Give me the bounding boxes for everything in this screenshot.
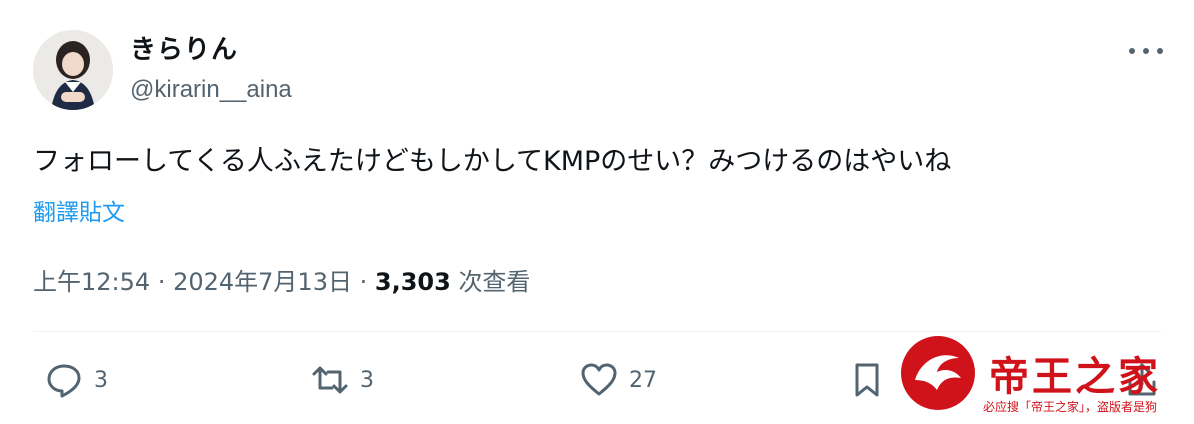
tweet-text: フォローしてくる人ふえたけどもしかしてKMPのせい？みつけるのはやいね (33, 146, 952, 177)
bookmark-button[interactable] (847, 360, 887, 400)
bookmark-icon (855, 363, 879, 397)
more-dot-icon (1143, 48, 1149, 54)
retweet-count: 3 (360, 367, 374, 393)
views-count: 3,303 (374, 268, 451, 296)
watermark-subtitle: 必应搜「帝王之家」，盗版者是狗 (983, 400, 1158, 414)
more-dot-icon (1129, 48, 1135, 54)
more-dot-icon (1157, 48, 1163, 54)
avatar[interactable] (33, 30, 113, 110)
avatar-photo-icon (33, 30, 113, 110)
watermark-logo-icon (901, 336, 975, 410)
reply-icon (47, 364, 81, 398)
tweet-date[interactable]: 2024年7月13日 (173, 268, 352, 296)
retweet-icon (312, 366, 348, 394)
tweet-metadata: 上午12:54 · 2024年7月13日 · 3,303 次查看 (33, 262, 530, 297)
like-button[interactable]: 27 (579, 360, 657, 400)
separator-dot: · (359, 268, 375, 296)
user-handle[interactable]: @kirarin__aina (130, 76, 292, 104)
heart-icon (581, 363, 617, 396)
retweet-button[interactable]: 3 (310, 360, 374, 400)
translate-post-link[interactable]: 翻譯貼文 (33, 193, 125, 227)
watermark-title: 帝王之家 (989, 353, 1161, 400)
tweet-time[interactable]: 上午12:54 (33, 268, 150, 296)
views-label: 次查看 (458, 268, 531, 296)
display-name[interactable]: きらりん (130, 29, 238, 66)
more-options-button[interactable] (1129, 42, 1163, 60)
watermark-bird-icon (915, 355, 961, 390)
like-count: 27 (629, 367, 657, 393)
reply-button[interactable]: 3 (44, 360, 108, 400)
reply-count: 3 (94, 367, 108, 393)
separator-dot: · (157, 268, 174, 296)
watermark: 帝王之家 必应搜「帝王之家」，盗版者是狗 (893, 332, 1193, 424)
